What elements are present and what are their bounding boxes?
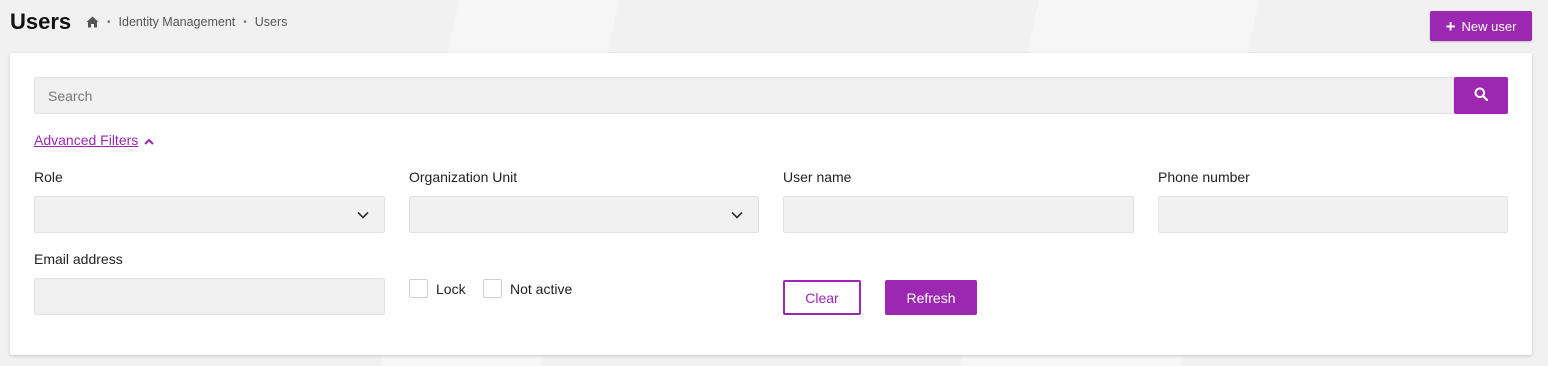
- chevron-down-icon: [731, 211, 743, 219]
- new-user-button[interactable]: + New user: [1430, 11, 1532, 41]
- role-label: Role: [34, 169, 63, 185]
- new-user-label: New user: [1461, 18, 1517, 34]
- breadcrumb-separator: •: [107, 16, 111, 28]
- not-active-checkbox[interactable]: [483, 279, 502, 298]
- search-button[interactable]: [1454, 77, 1508, 114]
- advanced-filters-toggle[interactable]: Advanced Filters: [34, 132, 154, 148]
- breadcrumb-item-identity-management[interactable]: Identity Management: [119, 15, 236, 29]
- search-input[interactable]: [34, 77, 1454, 114]
- advanced-filters-label: Advanced Filters: [34, 132, 139, 148]
- email-address-field[interactable]: [34, 278, 385, 315]
- search-icon: [1474, 87, 1489, 104]
- user-name-label: User name: [783, 169, 852, 185]
- home-icon[interactable]: [86, 16, 99, 28]
- lock-label: Lock: [436, 280, 466, 297]
- email-address-label: Email address: [34, 251, 123, 267]
- organization-unit-select[interactable]: [409, 196, 759, 233]
- filter-card: Advanced Filters Role Organization Unit …: [10, 53, 1532, 355]
- clear-button[interactable]: Clear: [783, 280, 861, 315]
- organization-unit-label: Organization Unit: [409, 169, 518, 185]
- user-name-field[interactable]: [783, 196, 1134, 233]
- page-title: Users: [10, 9, 72, 34]
- role-select[interactable]: [34, 196, 385, 233]
- not-active-checkbox-group[interactable]: Not active: [483, 279, 572, 298]
- plus-icon: +: [1445, 16, 1456, 36]
- breadcrumb: • Identity Management • Users: [86, 15, 287, 29]
- lock-checkbox-group[interactable]: Lock: [409, 279, 466, 298]
- search-row: [34, 77, 1508, 114]
- page-header: Users • Identity Management • Users + Ne…: [10, 0, 1532, 46]
- phone-number-field[interactable]: [1158, 196, 1508, 233]
- refresh-button[interactable]: Refresh: [885, 280, 977, 315]
- breadcrumb-item-users: Users: [254, 15, 288, 29]
- chevron-down-icon: [357, 211, 369, 219]
- not-active-label: Not active: [510, 280, 573, 297]
- lock-checkbox[interactable]: [409, 279, 428, 298]
- phone-number-label: Phone number: [1158, 169, 1250, 185]
- breadcrumb-separator: •: [243, 16, 247, 28]
- chevron-up-icon: [144, 132, 154, 148]
